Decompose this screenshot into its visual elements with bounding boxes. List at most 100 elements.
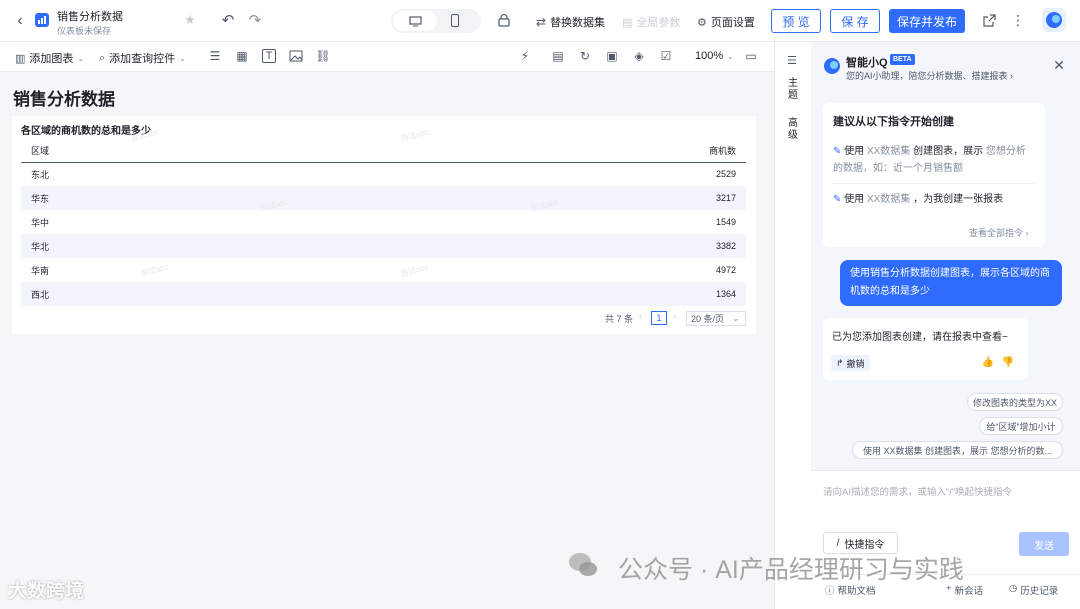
cell-value: 4972 bbox=[715, 265, 736, 275]
page-number[interactable]: 1 bbox=[651, 311, 667, 325]
cmd1-action: 创建图表，展示 bbox=[913, 146, 984, 157]
dashboard-icon bbox=[35, 13, 49, 27]
cell-region: 东北 bbox=[31, 169, 50, 180]
text-icon[interactable]: T bbox=[262, 49, 276, 63]
tab-theme[interactable]: 主题 bbox=[787, 78, 799, 102]
side-tabs: ☰ 主题 高级 bbox=[774, 42, 811, 609]
search-icon: ⌕ bbox=[99, 51, 106, 64]
top-bar: ‹ 销售分析数据 仪表板未保存 ★ ↶ ↷ ⇄ 替换数据集 ▤ 全局参数 ⚙ 页面设置… bbox=[0, 0, 1080, 42]
thumbs-up-icon[interactable]: 👍 bbox=[982, 355, 994, 369]
history-label: 历史记录 bbox=[1020, 586, 1059, 597]
save-publish-button[interactable]: 保存并发布 bbox=[889, 9, 965, 33]
refresh-icon[interactable]: ↻ bbox=[578, 49, 592, 63]
editor-toolbar: ▥ 添加图表 ⌄ ⌕ 添加查询控件 ⌄ ☰ ▦ T ⛓ ⚡ ▤ ↻ ▣ ◈ ☑ 100%… bbox=[0, 42, 774, 72]
switch-dataset-button[interactable]: ⇄ 替换数据集 bbox=[536, 14, 605, 30]
undo-button[interactable]: ↱ 撤销 bbox=[831, 355, 870, 371]
preview-button[interactable]: 预 览 bbox=[771, 9, 821, 33]
column-header-region[interactable]: 区域 bbox=[21, 140, 292, 163]
cell-value: 3382 bbox=[291, 234, 746, 258]
assistant-desc[interactable]: 您的AI小助理，陪您分析数据、搭建报表 › bbox=[846, 69, 1013, 82]
tab-advanced[interactable]: 高级 bbox=[787, 118, 799, 142]
document-icon[interactable]: ▤ bbox=[551, 49, 565, 63]
check-icon[interactable]: ☑ bbox=[659, 49, 673, 63]
mobile-icon[interactable] bbox=[451, 14, 459, 27]
assistant-desc-text: 您的AI小助理，陪您分析数据、搭建报表 bbox=[846, 71, 1008, 81]
global-params-button[interactable]: ▤ 全局参数 bbox=[622, 14, 680, 30]
add-chart-button[interactable]: ▥ 添加图表 ⌄ bbox=[15, 50, 84, 66]
redo-icon[interactable]: ↷ bbox=[247, 12, 263, 29]
cmd2-action: ，为我创建一张报表 bbox=[913, 194, 1004, 205]
prev-page-icon[interactable]: ‹ bbox=[639, 311, 642, 322]
report-title: 销售分析数据 bbox=[13, 90, 115, 109]
star-icon[interactable]: ★ bbox=[183, 12, 197, 27]
cell-value: 2529 bbox=[715, 169, 736, 180]
add-chart-label: 添加图表 bbox=[29, 53, 74, 65]
save-button[interactable]: 保 存 bbox=[830, 9, 880, 33]
image-icon[interactable] bbox=[289, 49, 303, 63]
followup-chip[interactable]: 给“区域”增加小计 bbox=[979, 417, 1063, 435]
watermark-left: 大数跨境 bbox=[8, 581, 85, 602]
cell-region: 华东 bbox=[21, 186, 292, 210]
undo-icon[interactable]: ↶ bbox=[220, 12, 236, 29]
cell-value: 1549 bbox=[715, 217, 736, 227]
global-params-label: 全局参数 bbox=[636, 17, 681, 29]
history-button[interactable]: ◷ 历史记录 bbox=[1009, 583, 1058, 597]
total-count: 共 7 条 bbox=[605, 314, 634, 324]
add-query-button[interactable]: ⌕ 添加查询控件 ⌄ bbox=[99, 50, 186, 66]
thumbs-down-icon[interactable]: 👎 bbox=[1002, 355, 1014, 369]
table-row: 西北 1364 bbox=[21, 282, 746, 306]
dataset-swap-icon: ⇄ bbox=[536, 15, 547, 29]
magic-icon[interactable]: ⚡ bbox=[518, 49, 532, 63]
page-size-select[interactable]: 20 条/页 ⌄ bbox=[686, 311, 746, 326]
cell-region: 华中 bbox=[31, 217, 50, 228]
zoom-select[interactable]: 100% ⌄ bbox=[695, 50, 734, 62]
page-settings-label: 页面设置 bbox=[710, 17, 755, 29]
more-icon[interactable]: ⋮ bbox=[1011, 12, 1025, 28]
desktop-icon[interactable] bbox=[393, 11, 437, 31]
chevron-down-icon: ⌄ bbox=[179, 53, 186, 63]
chat-input[interactable]: 请向AI描述您的需求，或输入“/”唤起快捷指令 bbox=[823, 484, 1063, 498]
user-message: 使用销售分析数据创建图表，展示各区域的商机数的总和是多少 bbox=[840, 260, 1062, 306]
view-all-link[interactable]: 查看全部指令 › bbox=[969, 226, 1029, 239]
close-icon[interactable]: ✕ bbox=[1052, 57, 1066, 73]
style-icon[interactable]: ◈ bbox=[632, 49, 646, 63]
cmd2-text: 使用 bbox=[844, 194, 865, 205]
link-icon[interactable]: ⛓ bbox=[315, 49, 330, 63]
column-header-count[interactable]: 商机数 bbox=[291, 140, 746, 163]
suggestion-item-1[interactable]: ✎ 使用 XX数据集 创建图表，展示 您想分析的数据，如：近一个月销售额 bbox=[833, 143, 1033, 177]
bar-chart-icon: ▥ bbox=[15, 52, 26, 65]
reply-text: 已为您添加图表创建，请在报表中查看~ bbox=[832, 332, 1008, 343]
table-row: 华中 1549 bbox=[21, 210, 746, 234]
cell-region: 西北 bbox=[21, 282, 292, 306]
layout-icon[interactable]: ▭ bbox=[744, 49, 758, 63]
assistant-name: 智能小Q bbox=[846, 57, 888, 69]
cell-region: 华北 bbox=[21, 234, 292, 258]
chevron-right-icon: › bbox=[1007, 71, 1014, 81]
share-icon[interactable] bbox=[982, 13, 996, 27]
device-switch bbox=[391, 9, 481, 33]
chevron-right-icon: › bbox=[1023, 228, 1029, 238]
back-icon[interactable]: ‹ bbox=[12, 12, 28, 30]
filter-control-icon[interactable]: ☰ bbox=[208, 49, 222, 63]
table-header-row: 区域 商机数 bbox=[21, 140, 746, 163]
ai-assistant-icon[interactable] bbox=[1042, 8, 1066, 32]
table-row: 华东 3217 bbox=[21, 186, 746, 210]
next-page-icon[interactable]: › bbox=[673, 311, 676, 322]
clock-icon: ◷ bbox=[1009, 583, 1018, 594]
lock-icon[interactable] bbox=[497, 13, 511, 27]
switch-dataset-label: 替换数据集 bbox=[550, 17, 606, 29]
building-icon[interactable]: ▣ bbox=[605, 49, 619, 63]
followup-chip[interactable]: 修改图表的类型为XX bbox=[967, 393, 1063, 411]
table-row: 华北 3382 bbox=[21, 234, 746, 258]
assistant-logo-icon bbox=[823, 57, 841, 75]
undo-label: 撤销 bbox=[846, 358, 865, 369]
tab-component-icon[interactable]: ▦ bbox=[235, 49, 249, 63]
suggestion-item-2[interactable]: ✎ 使用 XX数据集 ，为我创建一张报表 bbox=[833, 191, 1033, 208]
page-settings-button[interactable]: ⚙ 页面设置 bbox=[697, 14, 755, 30]
chevron-down-icon: ⌄ bbox=[727, 51, 734, 61]
followup-chip[interactable]: 使用 XX数据集 创建图表，展示 您想分析的数... bbox=[852, 441, 1063, 459]
collapse-icon[interactable]: ☰ bbox=[787, 54, 797, 67]
send-button[interactable]: 发送 bbox=[1019, 532, 1069, 556]
cmd2-dataset: XX数据集 bbox=[866, 194, 911, 205]
data-table: 区域 商机数 东北 2529 华东 3217 华中 1549 华北 3382 华南 497… bbox=[21, 140, 746, 306]
